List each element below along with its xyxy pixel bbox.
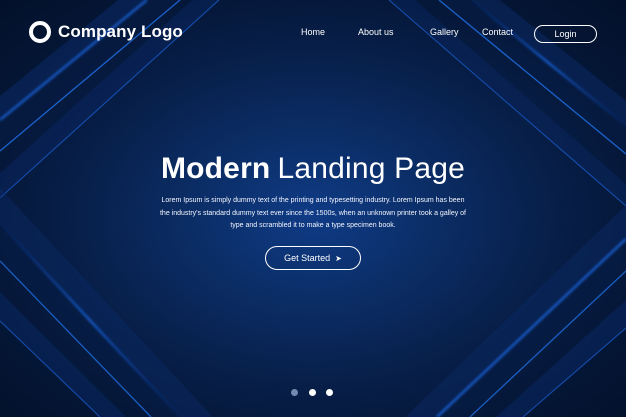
- carousel-dot-2[interactable]: [309, 389, 316, 396]
- get-started-label: Get Started: [284, 253, 331, 263]
- hero-section: Modern Landing Page Lorem Ipsum is simply…: [0, 150, 626, 233]
- carousel-pagination: [291, 389, 335, 397]
- hero-title-bold: Modern: [160, 152, 271, 185]
- site-header: Company Logo Home About us Gallery Conta…: [0, 0, 626, 64]
- nav-link-about[interactable]: About us: [358, 27, 394, 37]
- arrow-right-icon: ➤: [335, 254, 342, 263]
- login-button[interactable]: Login: [534, 25, 597, 43]
- get-started-button[interactable]: Get Started ➤: [265, 246, 361, 270]
- hero-title: Modern Landing Page: [0, 150, 626, 188]
- bottom-right-stripes: [405, 205, 626, 417]
- main-nav: Home About us Gallery Contact: [0, 27, 626, 43]
- nav-link-contact[interactable]: Contact: [482, 27, 513, 37]
- carousel-dot-1[interactable]: [291, 389, 298, 396]
- nav-link-home[interactable]: Home: [301, 27, 325, 37]
- nav-link-gallery[interactable]: Gallery: [430, 27, 459, 37]
- carousel-dot-3[interactable]: [326, 389, 333, 396]
- hero-description: Lorem Ipsum is simply dummy text of the …: [159, 197, 466, 229]
- hero-title-light: Landing Page: [277, 152, 466, 185]
- landing-page: Company Logo Home About us Gallery Conta…: [0, 0, 626, 417]
